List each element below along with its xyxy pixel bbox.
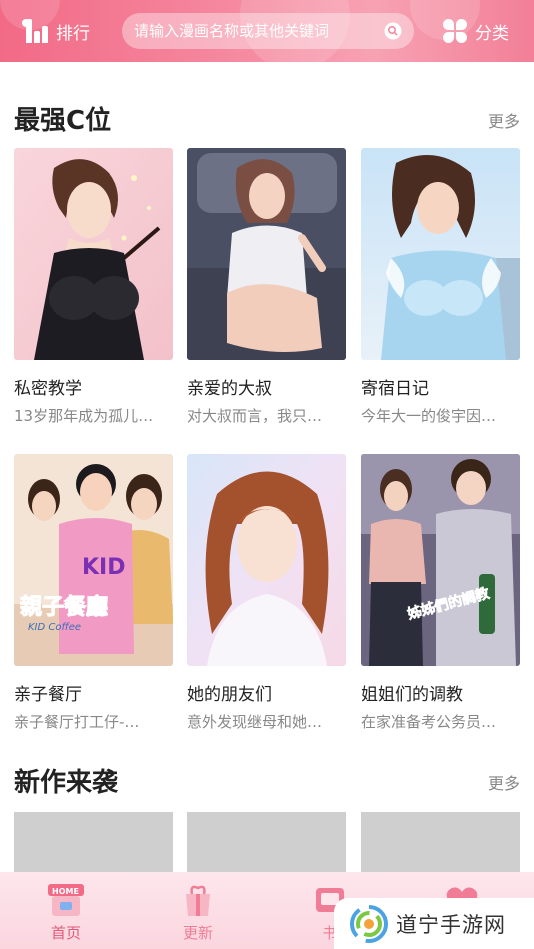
comic-cover[interactable]: KID 親子餐廳 KID Coffee — [14, 454, 173, 666]
cover-shirt-text: KID — [82, 555, 126, 580]
comic-description: 意外发现继母和她… — [187, 713, 323, 731]
top-bar: 排行 分类 — [0, 0, 534, 62]
watermark-text: 道宁手游网 — [396, 912, 506, 937]
comic-title: 寄宿日记 — [361, 379, 429, 399]
comic-card[interactable]: 亲爱的大叔 对大叔而言，我只… — [187, 148, 346, 426]
more-link-new[interactable]: 更多 — [488, 770, 520, 794]
comic-title: 亲爱的大叔 — [187, 379, 272, 399]
search-icon[interactable] — [384, 22, 402, 40]
comic-description: 今年大一的俊宇因… — [361, 407, 497, 425]
watermark-logo-icon — [350, 904, 388, 943]
nav-updates-label: 更新 — [182, 924, 213, 942]
nav-updates[interactable]: 更新 — [158, 880, 238, 943]
comic-cover[interactable] — [14, 148, 173, 360]
updates-icon — [178, 880, 218, 920]
comic-title: 姐姐们的调教 — [361, 685, 463, 705]
comic-description: 13岁那年成为孤儿… — [14, 407, 154, 425]
home-icon: HOME — [46, 880, 86, 920]
section-title-new: 新作来袭 — [14, 768, 119, 798]
comic-title: 亲子餐厅 — [14, 685, 82, 705]
search-bar[interactable] — [122, 13, 414, 49]
comic-card[interactable]: 她的朋友们 意外发现继母和她… — [187, 454, 346, 732]
comic-cover-placeholder[interactable] — [14, 812, 173, 872]
cover-logo-text: 親子餐廳 — [20, 594, 108, 620]
cover-logo-subtext: KID Coffee — [28, 622, 81, 633]
comic-card[interactable]: 私密教学 13岁那年成为孤儿… — [14, 148, 173, 426]
comic-card[interactable]: 姊姊們的調教 姐姐们的调教 在家准备考公务员… — [361, 454, 520, 732]
search-input[interactable] — [134, 22, 370, 40]
comic-description: 对大叔而言，我只… — [187, 407, 323, 425]
comic-cover-placeholder[interactable] — [361, 812, 520, 872]
ranking-label: 排行 — [56, 23, 90, 44]
comic-description: 亲子餐厅打工仔-… — [14, 713, 140, 731]
site-watermark: 道宁手游网 — [334, 898, 534, 949]
comic-title: 她的朋友们 — [187, 685, 272, 705]
comic-title: 私密教学 — [14, 379, 82, 399]
comic-cover[interactable] — [187, 148, 346, 360]
category-icon — [443, 19, 467, 43]
comic-card[interactable]: KID 親子餐廳 KID Coffee 亲子餐厅 亲子餐厅打工仔-… — [14, 454, 173, 732]
more-link-top[interactable]: 更多 — [488, 108, 520, 132]
nav-home-label: 首页 — [50, 924, 81, 942]
comic-description: 在家准备考公务员… — [361, 713, 497, 731]
comic-cover-placeholder[interactable] — [187, 812, 346, 872]
nav-home[interactable]: HOME 首页 — [26, 880, 106, 943]
section-title-top: 最强C位 — [14, 106, 112, 136]
comic-cover[interactable]: 姊姊們的調教 — [361, 454, 520, 666]
ranking-button[interactable]: 排行 — [22, 14, 90, 48]
comic-cover[interactable] — [361, 148, 520, 360]
ranking-icon — [22, 17, 50, 45]
category-label: 分类 — [475, 23, 509, 44]
category-button[interactable]: 分类 — [443, 14, 509, 48]
comic-card[interactable]: 寄宿日记 今年大一的俊宇因… — [361, 148, 520, 426]
comic-cover[interactable] — [187, 454, 346, 666]
home-badge-text: HOME — [52, 887, 79, 896]
